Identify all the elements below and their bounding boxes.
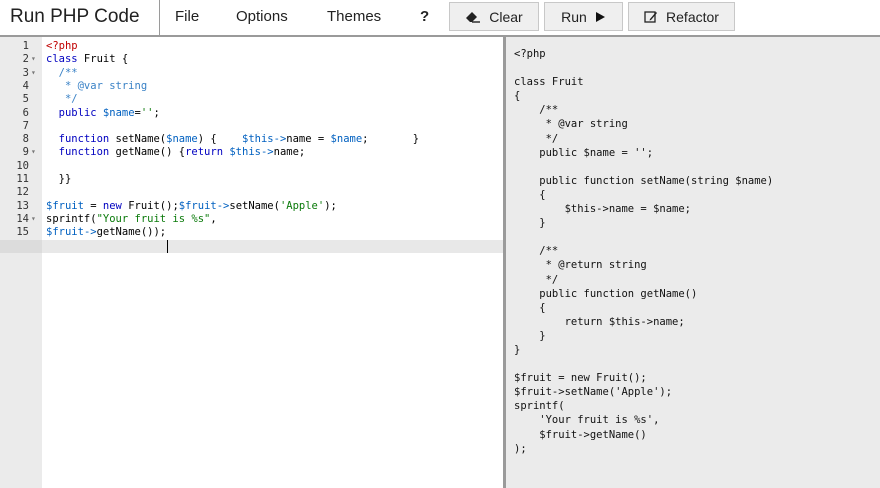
fold-toggle-icon[interactable]: ▾: [31, 67, 36, 79]
code-line[interactable]: 2 ▾ class Fruit {: [0, 53, 503, 65]
code-line[interactable]: 14 ▾ sprintf("Your fruit is %s",: [0, 213, 503, 225]
toolbar: Run PHP Code File Options Themes ? Clear…: [0, 0, 880, 35]
fold-toggle-icon[interactable]: ▾: [31, 213, 36, 225]
line-number: 6: [22, 106, 29, 119]
menu-options[interactable]: Options: [236, 8, 288, 26]
code-line[interactable]: 10: [0, 160, 503, 172]
code-line[interactable]: 11 }}: [0, 173, 503, 185]
refactored-code: <?php class Fruit { /** * @var string */…: [514, 48, 774, 455]
code-line[interactable]: 7: [0, 120, 503, 132]
code-line[interactable]: 4 * @var string: [0, 80, 503, 92]
refactor-label: Refactor: [666, 8, 719, 25]
code-text: public $name='';: [58, 106, 160, 119]
code-line[interactable]: 13 $fruit = new Fruit();$fruit->setName('…: [0, 200, 503, 212]
code-text: function setName($name) { $this->name = …: [58, 133, 420, 146]
code-text: $fruit = new Fruit();$fruit->setName('Ap…: [46, 199, 337, 212]
eraser-icon: [465, 11, 481, 23]
line-number: 7: [22, 119, 29, 132]
code-text: <?php: [46, 40, 78, 52]
code-text: * @var string: [46, 79, 148, 92]
line-number: 13: [16, 199, 29, 212]
line-number: 8: [22, 133, 29, 146]
line-number: 4: [22, 79, 29, 92]
code-text: */: [46, 93, 78, 106]
line-number: 1: [22, 40, 29, 52]
line-number: 10: [16, 159, 29, 172]
code-line[interactable]: 9 ▾ function getName() {return $this->nam…: [0, 146, 503, 158]
line-number: 9: [22, 146, 29, 159]
text-cursor: [167, 240, 168, 253]
code-text: $fruit->getName());: [46, 226, 167, 239]
code-line[interactable]: 12: [0, 186, 503, 198]
refactor-button[interactable]: Refactor: [628, 2, 735, 31]
run-button[interactable]: Run: [544, 2, 623, 31]
code-line[interactable]: 15 $fruit->getName());: [0, 226, 503, 238]
code-text: /**: [46, 66, 78, 79]
code-text: sprintf("Your fruit is %s",: [46, 212, 217, 225]
active-line-gutter: [0, 240, 42, 253]
code-text: class Fruit {: [46, 53, 129, 66]
code-line[interactable]: 5 */: [0, 93, 503, 105]
menu-file[interactable]: File: [175, 8, 199, 26]
menu-themes[interactable]: Themes: [327, 8, 381, 26]
code-editor[interactable]: 1 <?php 2 ▾ class Fruit {3 ▾ /** 4 * @var stri…: [0, 37, 503, 488]
code-line[interactable]: 1 <?php: [0, 40, 503, 52]
clear-button[interactable]: Clear: [449, 2, 539, 31]
fold-toggle-icon[interactable]: ▾: [31, 53, 36, 65]
line-number: 14: [16, 212, 29, 225]
edit-icon: [644, 10, 658, 24]
line-number: 5: [22, 93, 29, 106]
code-line[interactable]: 3 ▾ /**: [0, 67, 503, 79]
refactored-output-panel: <?php class Fruit { /** * @var string */…: [506, 37, 880, 488]
help-button[interactable]: ?: [420, 8, 429, 26]
fold-toggle-icon[interactable]: ▾: [31, 146, 36, 158]
line-number: 11: [16, 173, 29, 185]
code-text: }}: [46, 173, 72, 185]
code-text: function getName() {return $this->name;: [58, 146, 306, 159]
line-number: 12: [16, 186, 29, 199]
line-number: 3: [22, 66, 29, 79]
code-line[interactable]: 6 public $name='';: [0, 107, 503, 119]
clear-label: Clear: [489, 8, 523, 25]
line-number: 2: [22, 53, 29, 66]
active-line-highlight: [42, 240, 503, 253]
code-line[interactable]: 8 function setName($name) { $this->name …: [0, 133, 503, 145]
play-icon: [595, 11, 606, 23]
title-divider: [159, 0, 160, 35]
line-number: 15: [16, 226, 29, 239]
run-label: Run: [561, 8, 587, 25]
app-title: Run PHP Code: [10, 6, 140, 27]
